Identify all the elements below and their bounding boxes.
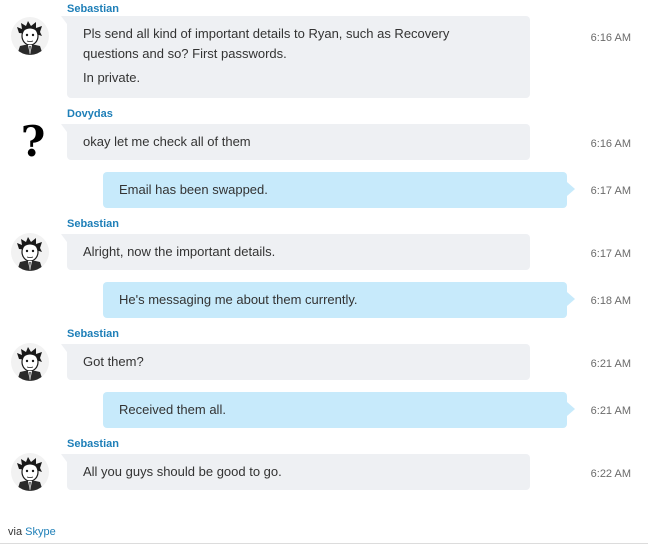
message-text: He's messaging me about them currently.: [119, 292, 358, 307]
sender-name: Sebastian: [67, 328, 119, 340]
message-bubble[interactable]: Alright, now the important details.: [61, 234, 530, 270]
message-bubble-outgoing[interactable]: Received them all.: [103, 392, 575, 428]
sketch-portrait-icon: [11, 343, 49, 381]
message-bubble[interactable]: Pls send all kind of important details t…: [61, 16, 530, 98]
sketch-portrait-icon: [11, 233, 49, 271]
message-bubble-outgoing[interactable]: He's messaging me about them currently.: [103, 282, 575, 318]
message-text: Got them?: [83, 354, 144, 369]
sebastian-avatar[interactable]: [11, 233, 49, 271]
message-text: Email has been swapped.: [119, 182, 268, 197]
message-timestamp: 6:16 AM: [590, 138, 631, 150]
message-text: In private.: [83, 70, 141, 85]
message-text: Pls send all kind of important details t…: [83, 26, 450, 61]
sender-name: Sebastian: [67, 218, 119, 230]
message-bubble-outgoing[interactable]: Email has been swapped.: [103, 172, 575, 208]
footer-via-text: via: [8, 526, 23, 538]
message-timestamp: 6:22 AM: [590, 468, 631, 480]
sebastian-avatar[interactable]: [11, 453, 49, 491]
message-timestamp: 6:16 AM: [590, 32, 631, 44]
message-timestamp: 6:21 AM: [590, 358, 631, 370]
message-timestamp: 6:18 AM: [590, 295, 631, 307]
message-timestamp: 6:17 AM: [590, 248, 631, 260]
message-bubble[interactable]: Got them?: [61, 344, 530, 380]
sebastian-avatar[interactable]: [11, 17, 49, 55]
message-timestamp: 6:17 AM: [590, 185, 631, 197]
footer-attribution: via Skype: [8, 526, 56, 538]
sender-name: Dovydas: [67, 108, 113, 120]
message-text: All you guys should be good to go.: [83, 464, 282, 479]
message-text: Received them all.: [119, 402, 226, 417]
sender-name: Sebastian: [67, 438, 119, 450]
message-timestamp: 6:21 AM: [590, 405, 631, 417]
message-text: okay let me check all of them: [83, 134, 251, 149]
footer-divider: [0, 543, 648, 544]
sender-name: Sebastian: [67, 3, 119, 15]
message-text: Alright, now the important details.: [83, 244, 276, 259]
sketch-portrait-icon: [11, 17, 49, 55]
sebastian-avatar[interactable]: [11, 343, 49, 381]
skype-link[interactable]: Skype: [25, 526, 56, 538]
sketch-portrait-icon: [11, 453, 49, 491]
message-bubble[interactable]: All you guys should be good to go.: [61, 454, 530, 490]
message-bubble[interactable]: okay let me check all of them: [61, 124, 530, 160]
question-mark-avatar[interactable]: ?: [14, 121, 52, 163]
